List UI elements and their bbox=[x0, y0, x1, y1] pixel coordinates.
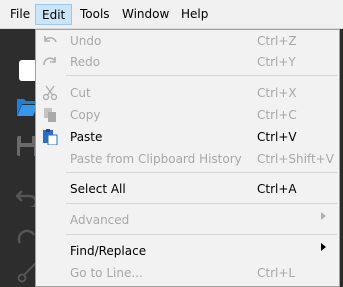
paste-label: Paste bbox=[70, 130, 103, 144]
menu-help[interactable]: Help bbox=[175, 4, 214, 25]
undo-menu-item[interactable]: Undo Ctrl+Z bbox=[36, 30, 339, 52]
menu-file[interactable]: File bbox=[4, 4, 36, 25]
scissors-icon bbox=[42, 85, 58, 101]
menu-separator bbox=[66, 234, 337, 235]
undo-label: Undo bbox=[70, 34, 102, 48]
advanced-menu-item[interactable]: Advanced bbox=[36, 209, 339, 231]
select-all-label: Select All bbox=[70, 182, 126, 196]
find-replace-label: Find/Replace bbox=[70, 244, 147, 258]
copy-icon bbox=[44, 108, 56, 122]
copy-menu-item[interactable]: Copy Ctrl+C bbox=[36, 104, 339, 126]
undo-shortcut: Ctrl+Z bbox=[257, 34, 297, 48]
submenu-arrow-icon bbox=[321, 212, 326, 220]
submenu-arrow-icon bbox=[321, 243, 326, 251]
redo-shortcut: Ctrl+Y bbox=[257, 55, 296, 69]
paste-from-clipboard-history-menu-item[interactable]: Paste from Clipboard History Ctrl+Shift+… bbox=[36, 148, 339, 170]
copy-shortcut: Ctrl+C bbox=[257, 108, 297, 122]
redo-menu-item[interactable]: Redo Ctrl+Y bbox=[36, 51, 339, 73]
cut-shortcut: Ctrl+X bbox=[257, 86, 297, 100]
menu-bar: File Edit Tools Window Help bbox=[0, 0, 343, 29]
paste-shortcut: Ctrl+V bbox=[257, 130, 297, 144]
paste-icon bbox=[43, 129, 58, 145]
undo-icon bbox=[44, 36, 57, 43]
advanced-label: Advanced bbox=[70, 213, 130, 227]
go-to-line-label: Go to Line... bbox=[70, 266, 143, 280]
select-all-menu-item[interactable]: Select All Ctrl+A bbox=[36, 178, 339, 200]
select-all-shortcut: Ctrl+A bbox=[257, 182, 297, 196]
redo-label: Redo bbox=[70, 55, 101, 69]
copy-label: Copy bbox=[70, 108, 101, 122]
menu-separator bbox=[66, 75, 337, 76]
go-to-line-shortcut: Ctrl+L bbox=[257, 266, 296, 280]
cut-menu-item[interactable]: Cut Ctrl+X bbox=[36, 82, 339, 104]
menu-edit[interactable]: Edit bbox=[35, 4, 73, 25]
sidebar-toolbar bbox=[0, 29, 38, 287]
find-replace-menu-item[interactable]: Find/Replace bbox=[36, 240, 339, 262]
menu-tools[interactable]: Tools bbox=[74, 4, 116, 25]
paste-from-clipboard-history-shortcut: Ctrl+Shift+V bbox=[257, 152, 334, 166]
go-to-line-menu-item[interactable]: Go to Line... Ctrl+L bbox=[36, 262, 339, 284]
cut-label: Cut bbox=[70, 86, 91, 100]
paste-menu-item[interactable]: Paste Ctrl+V bbox=[36, 126, 339, 148]
menu-window[interactable]: Window bbox=[116, 4, 175, 25]
menu-separator bbox=[66, 172, 337, 173]
menu-separator bbox=[66, 203, 337, 204]
redo-icon bbox=[43, 57, 56, 66]
paste-from-clipboard-history-label: Paste from Clipboard History bbox=[70, 152, 242, 166]
edit-dropdown-menu: Undo Ctrl+Z Redo Ctrl+Y Cut Ctrl+X Copy … bbox=[35, 29, 340, 287]
